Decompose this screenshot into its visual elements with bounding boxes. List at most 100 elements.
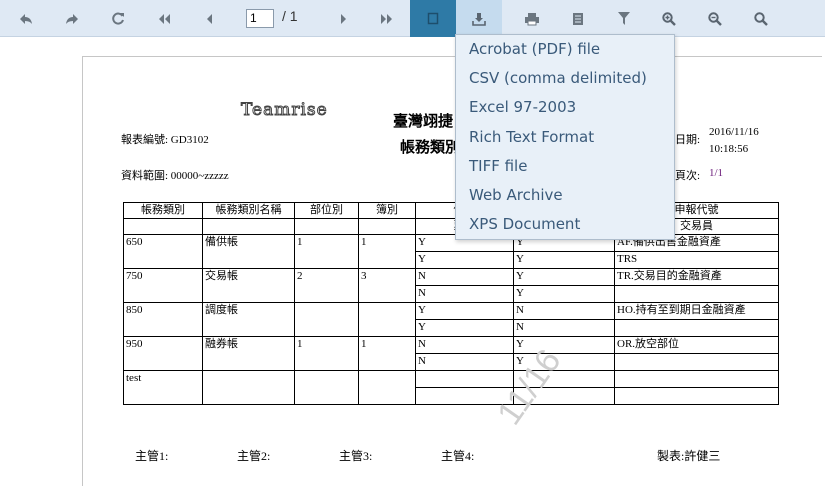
signature-manager4: 主管4:: [441, 449, 475, 463]
export-pdf-item[interactable]: Acrobat (PDF) file: [469, 40, 600, 58]
flag-cell: Y: [415, 251, 514, 269]
table-row: 650 備供帳 1 1 Y Y AF.備供出售金融資產: [123, 234, 779, 269]
report-code-cell: OR.放空部位: [614, 336, 779, 354]
book-cell: 1: [358, 336, 416, 371]
table-subheader-row: 票攤交易員: [123, 218, 779, 235]
previous-page-icon[interactable]: [195, 0, 225, 37]
flag-cell: N: [415, 268, 514, 286]
report-number: 報表編號: GD3102: [121, 134, 209, 146]
report-title-line2: 帳務類別: [400, 140, 461, 156]
page-setup-icon[interactable]: [410, 0, 456, 37]
flag-cell: N: [415, 285, 514, 303]
back-icon[interactable]: [11, 0, 41, 37]
book-cell: 3: [358, 268, 416, 303]
export-excel-item[interactable]: Excel 97-2003: [469, 98, 576, 116]
book-cell: [358, 302, 416, 337]
flag-cell: Y: [415, 319, 514, 337]
flag-cell: Y: [513, 268, 615, 286]
teamrise-logo: Teamrise: [241, 100, 328, 121]
position-cell: 1: [294, 234, 359, 269]
zoom-out-icon[interactable]: [700, 0, 730, 37]
data-range: 資料範圍: 00000~zzzzz: [121, 170, 229, 182]
zoom-in-icon[interactable]: [654, 0, 684, 37]
document-map-icon[interactable]: [563, 0, 593, 37]
next-page-icon[interactable]: [328, 0, 358, 37]
page-label: 頁次:: [675, 170, 701, 182]
flag-cell: N: [513, 302, 615, 320]
refresh-icon[interactable]: [103, 0, 133, 37]
account-category-table: 帳務類別帳務類別名稱部位別簿別債攤申報代號票攤交易員650備供帳11YYAF.備…: [123, 202, 779, 405]
signature-manager1: 主管1:: [135, 449, 169, 463]
export-icon[interactable]: [456, 0, 502, 37]
flag-cell: N: [415, 353, 514, 371]
signature-manager2: 主管2:: [237, 449, 271, 463]
report-code-cell: [614, 387, 779, 405]
export-format-menu: Acrobat (PDF) file CSV (comma delimited)…: [455, 34, 675, 240]
signature-preparer: 製表:許健三: [657, 449, 721, 463]
flag-cell: [415, 370, 514, 388]
search-icon[interactable]: [746, 0, 776, 37]
category-code-cell: 650: [123, 234, 203, 269]
table-row: test: [123, 370, 779, 405]
forward-icon[interactable]: [57, 0, 87, 37]
category-name-cell: 備供帳: [202, 234, 295, 269]
first-page-icon[interactable]: [149, 0, 179, 37]
date-label: 日期:: [675, 134, 701, 146]
table-header-cell: 部位別: [294, 202, 359, 219]
export-xps-item[interactable]: XPS Document: [469, 215, 580, 233]
report-code-cell: [614, 353, 779, 371]
report-code-cell: TR.交易目的金融資產: [614, 268, 779, 286]
book-cell: [358, 370, 416, 405]
report-code-cell: TRS: [614, 251, 779, 269]
table-row: 950 融券帳 1 1 N Y OR.放空部位: [123, 336, 779, 371]
table-subheader-cell: [294, 218, 359, 235]
export-csv-item[interactable]: CSV (comma delimited): [469, 69, 647, 87]
page-value: 1/1: [709, 167, 724, 179]
flag-cell: Y: [513, 251, 615, 269]
category-name-cell: 調度帳: [202, 302, 295, 337]
position-cell: [294, 370, 359, 405]
position-cell: [294, 302, 359, 337]
category-name-cell: 融券帳: [202, 336, 295, 371]
table-header-cell: 帳務類別名稱: [202, 202, 295, 219]
export-web-archive-item[interactable]: Web Archive: [469, 186, 563, 204]
flag-cell: Y: [513, 285, 615, 303]
position-cell: 2: [294, 268, 359, 303]
category-code-cell: 750: [123, 268, 203, 303]
category-code-cell: 850: [123, 302, 203, 337]
category-name-cell: 交易帳: [202, 268, 295, 303]
table-subheader-cell: [358, 218, 416, 235]
book-cell: 1: [358, 234, 416, 269]
print-icon[interactable]: [517, 0, 547, 37]
report-time: 10:18:56: [709, 143, 749, 155]
page-total-label: / 1: [282, 8, 298, 24]
report-title-line1: 臺灣翊捷: [393, 114, 454, 130]
page-number-input[interactable]: 1: [246, 9, 274, 28]
table-header-cell: 帳務類別: [123, 202, 203, 219]
signature-manager3: 主管3:: [339, 449, 373, 463]
table-row: 850 調度帳 Y N HO.持有至到期日金融資產: [123, 302, 779, 337]
table-row: 750 交易帳 2 3 N Y TR.交易目的金融資產: [123, 268, 779, 303]
category-code-cell: test: [123, 370, 203, 405]
export-rtf-item[interactable]: Rich Text Format: [469, 128, 594, 146]
filter-icon[interactable]: [609, 0, 639, 37]
export-tiff-item[interactable]: TIFF file: [469, 157, 527, 175]
flag-cell: N: [513, 319, 615, 337]
table-subheader-cell: [123, 218, 203, 235]
table-subheader-cell: [202, 218, 295, 235]
table-header-cell: 簿別: [358, 202, 416, 219]
last-page-icon[interactable]: [372, 0, 402, 37]
report-viewer-toolbar: 1 / 1: [0, 0, 825, 37]
table-header-row: 帳務類別帳務類別名稱部位別簿別債攤申報代號: [123, 202, 779, 219]
report-code-cell: [614, 370, 779, 388]
category-code-cell: 950: [123, 336, 203, 371]
category-name-cell: [202, 370, 295, 405]
flag-cell: Y: [513, 336, 615, 354]
position-cell: 1: [294, 336, 359, 371]
report-code-cell: [614, 285, 779, 303]
flag-cell: Y: [415, 302, 514, 320]
report-date: 2016/11/16: [709, 126, 759, 138]
flag-cell: N: [415, 336, 514, 354]
report-code-cell: HO.持有至到期日金融資產: [614, 302, 779, 320]
report-code-cell: [614, 319, 779, 337]
